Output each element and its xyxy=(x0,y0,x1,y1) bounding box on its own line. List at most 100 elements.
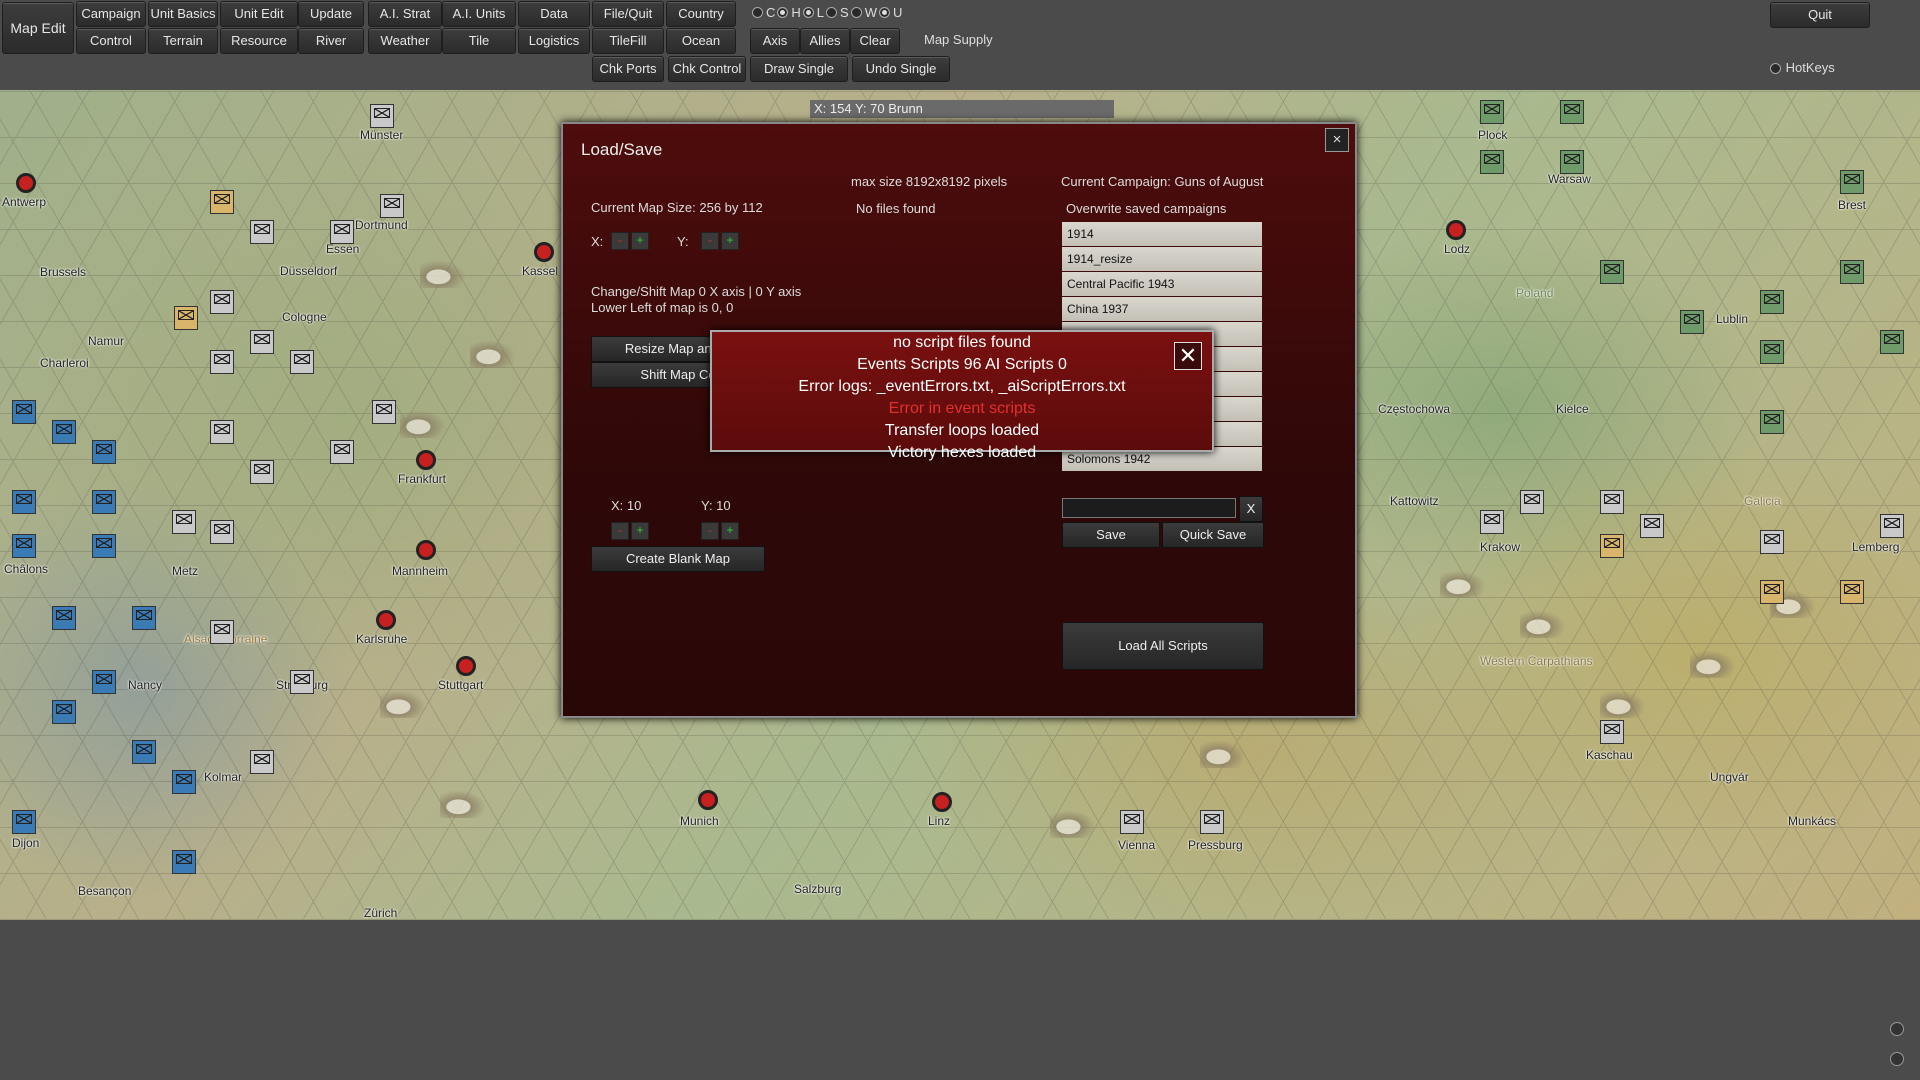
unit-counter[interactable] xyxy=(174,306,198,330)
y-minus-button[interactable]: - xyxy=(701,232,719,250)
unit-counter[interactable] xyxy=(330,440,354,464)
unit-counter[interactable] xyxy=(1760,580,1784,604)
unit-counter[interactable] xyxy=(372,400,396,424)
undo-single-button[interactable]: Undo Single xyxy=(852,56,950,82)
unit-counter[interactable] xyxy=(250,460,274,484)
river-button[interactable]: River xyxy=(298,28,364,54)
country-button[interactable]: Country xyxy=(666,1,736,27)
unit-counter[interactable] xyxy=(1600,260,1624,284)
unit-counter[interactable] xyxy=(1840,580,1864,604)
unit-counter[interactable] xyxy=(290,350,314,374)
axis-button[interactable]: Axis xyxy=(750,28,800,54)
unit-counter[interactable] xyxy=(330,220,354,244)
unit-counter[interactable] xyxy=(210,620,234,644)
unit-counter[interactable] xyxy=(12,490,36,514)
unit-counter[interactable] xyxy=(12,534,36,558)
x-minus-button[interactable]: - xyxy=(611,232,629,250)
terrain-button[interactable]: Terrain xyxy=(148,28,218,54)
chk-ports-button[interactable]: Chk Ports xyxy=(592,56,664,82)
unit-counter[interactable] xyxy=(12,400,36,424)
ocean-button[interactable]: Ocean xyxy=(666,28,736,54)
unit-counter[interactable] xyxy=(1600,490,1624,514)
campaign-item[interactable]: 1914 xyxy=(1062,222,1262,246)
control-button[interactable]: Control xyxy=(76,28,146,54)
radio-w[interactable] xyxy=(850,7,862,18)
unit-counter[interactable] xyxy=(250,220,274,244)
unit-counter[interactable] xyxy=(92,670,116,694)
hotkeys-radio[interactable] xyxy=(1770,63,1781,75)
unit-counter[interactable] xyxy=(1560,100,1584,124)
scroll-up-icon[interactable] xyxy=(1890,1022,1904,1036)
unit-counter[interactable] xyxy=(210,350,234,374)
load-all-scripts-button[interactable]: Load All Scripts xyxy=(1062,622,1264,670)
quick-save-button[interactable]: Quick Save xyxy=(1162,522,1264,548)
unit-counter[interactable] xyxy=(1840,170,1864,194)
radio-s[interactable] xyxy=(826,7,838,18)
unit-counter[interactable] xyxy=(1840,260,1864,284)
unit-counter[interactable] xyxy=(1640,514,1664,538)
unit-counter[interactable] xyxy=(290,670,314,694)
draw-single-button[interactable]: Draw Single xyxy=(750,56,848,82)
unit-counter[interactable] xyxy=(172,850,196,874)
unit-counter[interactable] xyxy=(210,420,234,444)
chk-control-button[interactable]: Chk Control xyxy=(668,56,746,82)
city-marker[interactable] xyxy=(376,610,396,630)
city-marker[interactable] xyxy=(932,792,952,812)
unit-counter[interactable] xyxy=(52,606,76,630)
unit-counter[interactable] xyxy=(172,770,196,794)
create-blank-map-button[interactable]: Create Blank Map xyxy=(591,546,765,572)
unit-counter[interactable] xyxy=(210,190,234,214)
unit-counter[interactable] xyxy=(1880,514,1904,538)
unit-counter[interactable] xyxy=(52,420,76,444)
update-button[interactable]: Update xyxy=(298,1,364,27)
unit-counter[interactable] xyxy=(1480,100,1504,124)
unit-counter[interactable] xyxy=(1560,150,1584,174)
campaign-item[interactable]: 1914_resize xyxy=(1062,247,1262,271)
x-plus-button[interactable]: + xyxy=(631,232,649,250)
unit-counter[interactable] xyxy=(12,810,36,834)
radio-c[interactable] xyxy=(752,7,763,18)
unit-counter[interactable] xyxy=(210,520,234,544)
city-marker[interactable] xyxy=(1446,220,1466,240)
unit-counter[interactable] xyxy=(1760,290,1784,314)
blank-x-minus-button[interactable]: - xyxy=(611,522,629,540)
save-name-input[interactable] xyxy=(1062,498,1236,518)
quit-button[interactable]: Quit xyxy=(1770,2,1870,28)
city-marker[interactable] xyxy=(534,242,554,262)
unit-counter[interactable] xyxy=(52,700,76,724)
unit-counter[interactable] xyxy=(92,440,116,464)
unit-counter[interactable] xyxy=(92,490,116,514)
scroll-down-icon[interactable] xyxy=(1890,1052,1904,1066)
unit-counter[interactable] xyxy=(1120,810,1144,834)
map-edit-button[interactable]: Map Edit xyxy=(2,2,74,54)
city-marker[interactable] xyxy=(456,656,476,676)
clear-input-button[interactable]: X xyxy=(1239,496,1263,522)
blank-y-minus-button[interactable]: - xyxy=(701,522,719,540)
unit-counter[interactable] xyxy=(370,104,394,128)
unit-counter[interactable] xyxy=(1760,410,1784,434)
save-button[interactable]: Save xyxy=(1062,522,1160,548)
radio-h[interactable] xyxy=(777,7,789,18)
unit-edit-button[interactable]: Unit Edit xyxy=(220,1,298,27)
resource-button[interactable]: Resource xyxy=(220,28,298,54)
city-marker[interactable] xyxy=(416,450,436,470)
blank-y-plus-button[interactable]: + xyxy=(721,522,739,540)
dialog-close-button[interactable]: × xyxy=(1325,128,1349,152)
tilefill-button[interactable]: TileFill xyxy=(592,28,664,54)
weather-button[interactable]: Weather xyxy=(368,28,442,54)
unit-counter[interactable] xyxy=(1760,530,1784,554)
city-marker[interactable] xyxy=(416,540,436,560)
hotkeys-toggle[interactable]: HotKeys xyxy=(1770,60,1835,75)
blank-x-plus-button[interactable]: + xyxy=(631,522,649,540)
unit-counter[interactable] xyxy=(1200,810,1224,834)
unit-counter[interactable] xyxy=(1480,150,1504,174)
unit-counter[interactable] xyxy=(1760,340,1784,364)
unit-counter[interactable] xyxy=(92,534,116,558)
city-marker[interactable] xyxy=(698,790,718,810)
unit-counter[interactable] xyxy=(132,606,156,630)
radio-u[interactable] xyxy=(878,7,890,18)
unit-counter[interactable] xyxy=(1680,310,1704,334)
ai-units-button[interactable]: A.I. Units xyxy=(442,1,516,27)
radio-l[interactable] xyxy=(802,7,814,18)
close-icon[interactable]: ✕ xyxy=(1174,342,1202,370)
